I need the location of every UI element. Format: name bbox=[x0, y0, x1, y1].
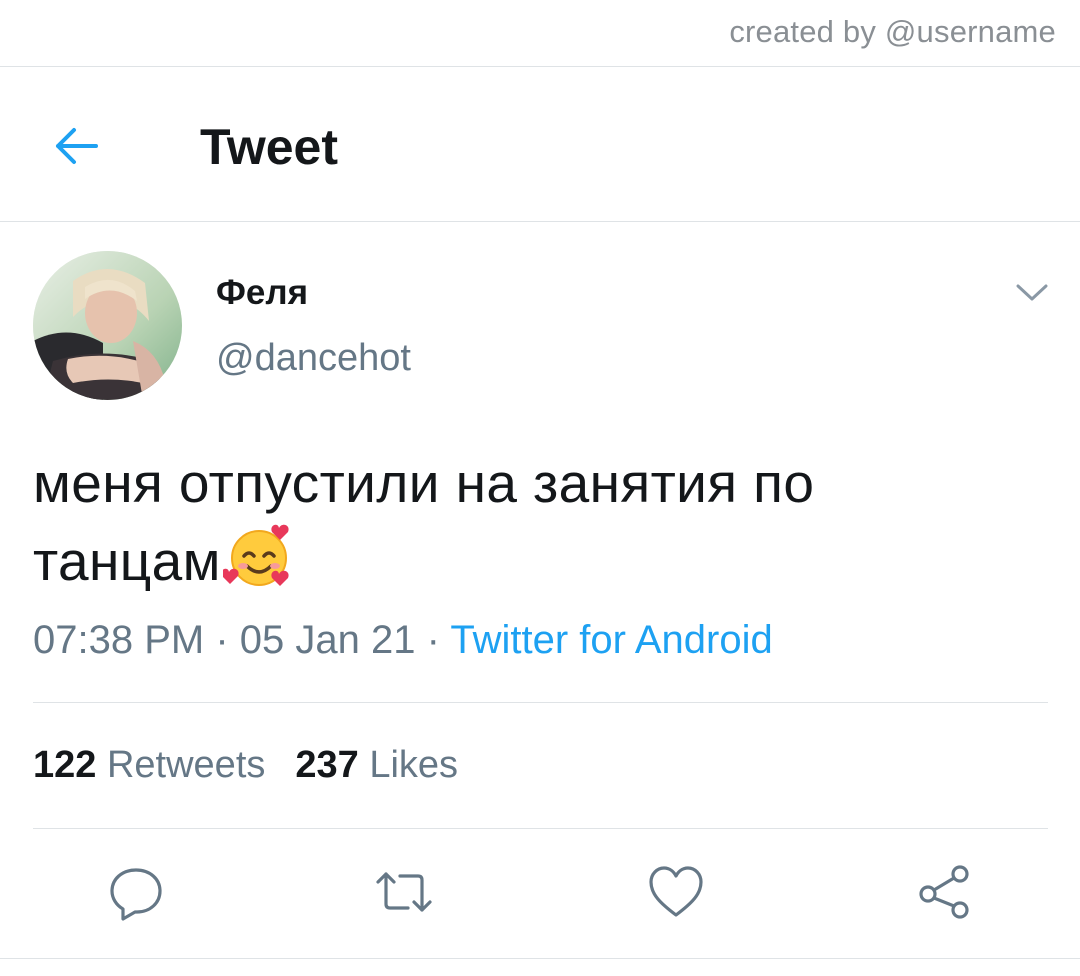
retweet-button[interactable] bbox=[374, 862, 434, 922]
creator-credit: created by @username bbox=[729, 14, 1056, 49]
likes-count: 237 bbox=[295, 744, 359, 786]
tweet-date: 05 Jan 21 bbox=[239, 618, 416, 662]
tweet-source-link[interactable]: Twitter for Android bbox=[450, 618, 772, 662]
tweet-time: 07:38 PM bbox=[33, 618, 205, 662]
retweets-stat[interactable]: 122 Retweets bbox=[33, 744, 265, 786]
stats-divider bbox=[33, 828, 1048, 829]
tweet-metadata: 07:38 PM · 05 Jan 21 · Twitter for Andro… bbox=[33, 618, 773, 663]
share-icon bbox=[919, 865, 969, 919]
tweet-text-line: танцам bbox=[33, 520, 1043, 598]
retweets-label: Retweets bbox=[106, 744, 266, 786]
avatar[interactable] bbox=[33, 251, 182, 400]
likes-label: Likes bbox=[369, 744, 459, 786]
retweets-count: 122 bbox=[33, 744, 97, 786]
meta-separator: · bbox=[426, 618, 440, 662]
tweet-stats: 122 Retweets 237 Likes bbox=[33, 744, 458, 787]
reply-button[interactable] bbox=[106, 862, 166, 922]
arrow-left-icon bbox=[56, 128, 98, 164]
tweet-text-line: меня отпустили на занятия по bbox=[33, 452, 815, 514]
like-button[interactable] bbox=[646, 862, 706, 922]
heart-icon bbox=[649, 866, 703, 917]
smiling-face-with-hearts-icon bbox=[221, 520, 295, 592]
user-handle[interactable]: @dancehot bbox=[216, 337, 411, 380]
back-button[interactable] bbox=[48, 120, 108, 172]
bottom-divider bbox=[0, 958, 1080, 959]
tweet-text: меня отпустили на занятия по танцам bbox=[33, 446, 1043, 598]
share-button[interactable] bbox=[914, 862, 974, 922]
meta-separator: · bbox=[215, 618, 229, 662]
likes-stat[interactable]: 237 Likes bbox=[295, 744, 458, 786]
tweet-text-line-end: танцам bbox=[33, 530, 221, 592]
page-title: Tweet bbox=[200, 119, 338, 175]
retweet-icon bbox=[376, 872, 432, 912]
display-name[interactable]: Феля bbox=[216, 273, 308, 313]
more-options-button[interactable] bbox=[1012, 280, 1052, 306]
meta-divider bbox=[33, 702, 1048, 703]
reply-icon bbox=[110, 868, 162, 921]
header-divider bbox=[0, 221, 1080, 222]
top-divider bbox=[0, 66, 1080, 67]
chevron-down-icon bbox=[1016, 284, 1048, 301]
